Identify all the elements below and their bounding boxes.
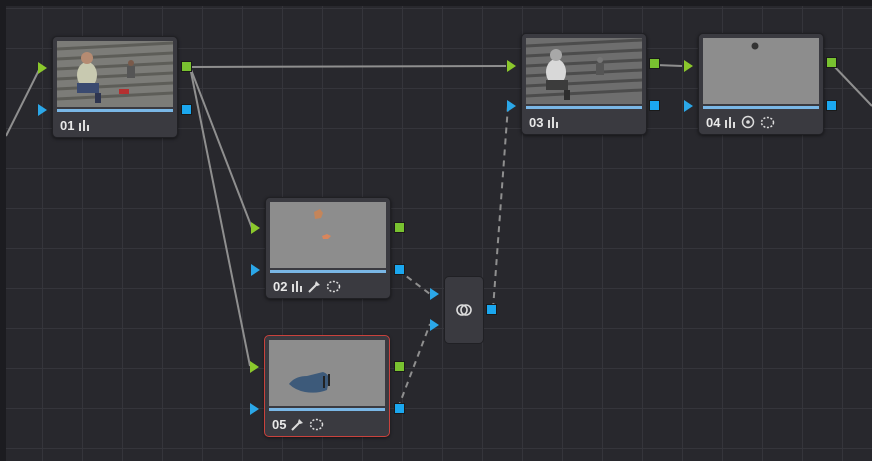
- node-01-label: 01: [60, 117, 75, 133]
- node-02-thumbnail: [270, 202, 386, 268]
- node-02-key-input[interactable]: [251, 264, 260, 276]
- node-03-key-input[interactable]: [507, 100, 516, 112]
- node-04-rgb-input[interactable]: [684, 60, 693, 72]
- node-03[interactable]: 03: [521, 33, 647, 135]
- node-03-key-output[interactable]: [649, 100, 660, 111]
- mixer-key-output[interactable]: [486, 304, 497, 315]
- qualifier-picker-icon: [308, 280, 321, 293]
- node-04-info: 04: [706, 114, 775, 130]
- qualifier-picker-icon: [291, 418, 304, 431]
- node-03-key-bar: [526, 106, 642, 109]
- link-input-to-01: [6, 67, 41, 137]
- grayscale-stairs-image: [526, 38, 642, 104]
- node-04-label: 04: [706, 114, 721, 130]
- node-03-rgb-output[interactable]: [649, 58, 660, 69]
- link-01-to-03: [189, 65, 507, 68]
- node-02-rgb-output[interactable]: [394, 222, 405, 233]
- node-05-thumbnail: [269, 340, 385, 406]
- node-04-key-bar: [703, 106, 819, 109]
- node-04-thumbnail: [703, 38, 819, 104]
- node-01-info: 01: [60, 117, 90, 133]
- node-01-rgb-output[interactable]: [181, 61, 192, 72]
- window-icon: [310, 418, 324, 430]
- stairs-scene-image: [57, 41, 173, 107]
- link-key-mixer-to-03: [492, 105, 509, 310]
- tracker-icon: [742, 115, 755, 129]
- curves-icon: [292, 280, 303, 292]
- node-05-rgb-output[interactable]: [394, 361, 405, 372]
- node-03-rgb-input[interactable]: [507, 60, 516, 72]
- link-01-to-02: [189, 66, 253, 229]
- layer-mixer-node[interactable]: [444, 276, 484, 344]
- node-02[interactable]: 02: [265, 197, 391, 299]
- key-matte-image: [270, 202, 386, 268]
- mixer-key-input-1[interactable]: [430, 288, 439, 300]
- node-01-key-output[interactable]: [181, 104, 192, 115]
- node-05-key-output[interactable]: [394, 403, 405, 414]
- node-05-label: 05: [272, 416, 287, 432]
- link-04-to-output: [831, 63, 872, 107]
- node-05-key-input[interactable]: [250, 403, 259, 415]
- node-02-label: 02: [273, 278, 288, 294]
- node-04[interactable]: 04: [698, 33, 824, 135]
- tracked-window-image: [703, 38, 819, 104]
- node-01[interactable]: 01: [52, 36, 178, 138]
- node-05-rgb-input[interactable]: [250, 361, 259, 373]
- node-04-key-output[interactable]: [826, 100, 837, 111]
- mixer-key-input-2[interactable]: [430, 319, 439, 331]
- link-01-to-05: [189, 66, 251, 367]
- node-01-thumbnail: [57, 41, 173, 107]
- node-04-rgb-output[interactable]: [826, 57, 837, 68]
- window-icon: [327, 280, 341, 292]
- node-03-info: 03: [529, 114, 559, 130]
- key-matte-image: [269, 340, 385, 406]
- curves-icon: [548, 116, 559, 128]
- layer-mixer-icon: [456, 304, 472, 316]
- node-03-label: 03: [529, 114, 544, 130]
- curves-icon: [725, 116, 736, 128]
- node-02-rgb-input[interactable]: [251, 222, 260, 234]
- node-02-info: 02: [273, 278, 341, 294]
- window-icon: [761, 116, 775, 128]
- node-05-info: 05: [272, 416, 324, 432]
- node-01-key-bar: [57, 109, 173, 112]
- node-02-key-output[interactable]: [394, 264, 405, 275]
- node-04-key-input[interactable]: [684, 100, 693, 112]
- node-03-thumbnail: [526, 38, 642, 104]
- node-editor-canvas[interactable]: 01 02 05 03 04: [6, 6, 872, 461]
- node-01-rgb-input[interactable]: [38, 62, 47, 74]
- curves-icon: [79, 119, 90, 131]
- node-05-key-bar: [269, 408, 385, 411]
- node-01-key-input[interactable]: [38, 104, 47, 116]
- node-02-key-bar: [270, 270, 386, 273]
- node-05[interactable]: 05: [264, 335, 390, 437]
